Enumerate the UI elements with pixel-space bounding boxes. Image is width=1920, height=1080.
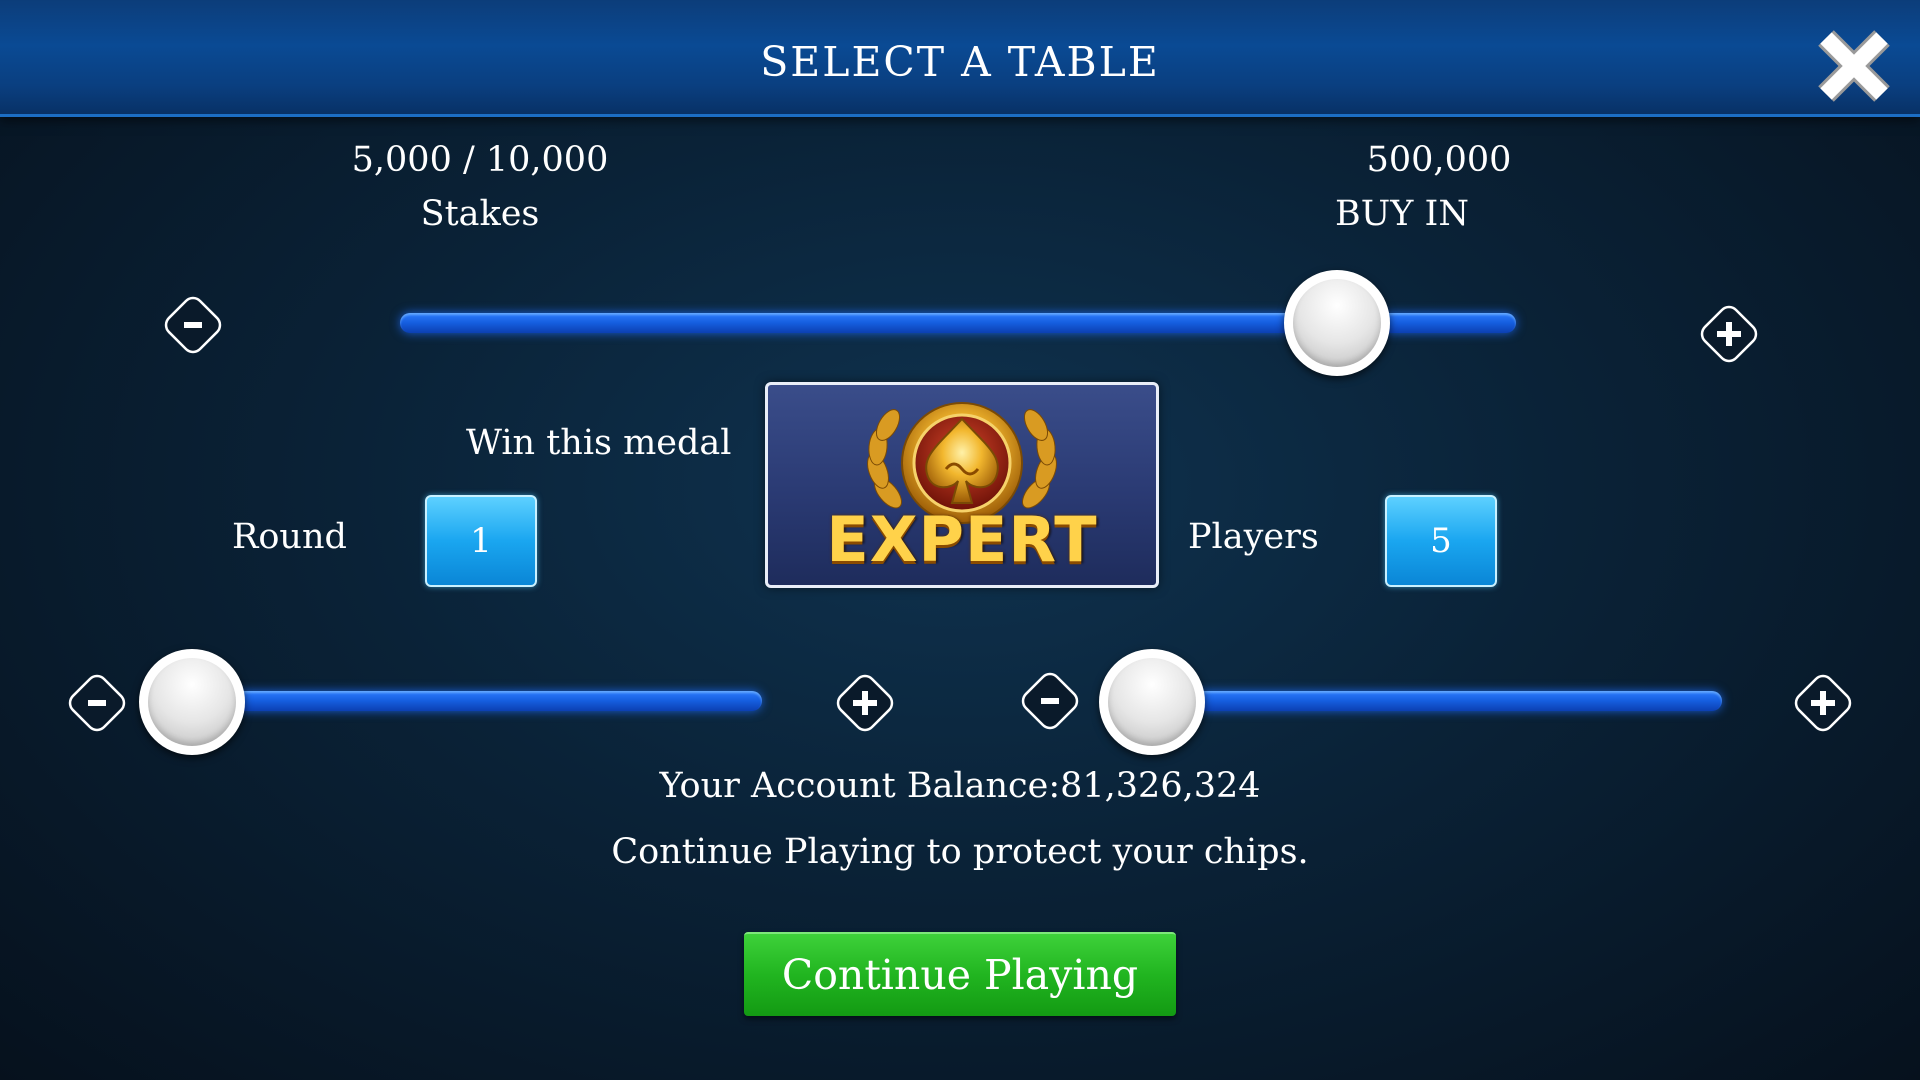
stakes-slider-knob[interactable] xyxy=(1284,270,1391,376)
protect-chips-hint: Continue Playing to protect your chips. xyxy=(611,832,1309,872)
round-slider-track[interactable] xyxy=(190,691,762,711)
stakes-label: Stakes xyxy=(420,194,540,234)
players-value-box: 5 xyxy=(1385,495,1497,587)
plus-icon xyxy=(1794,674,1852,732)
players-slider-track[interactable] xyxy=(1150,691,1722,711)
round-value-box: 1 xyxy=(425,495,537,587)
minus-icon xyxy=(68,674,126,732)
close-icon xyxy=(1818,30,1890,102)
players-label: Players xyxy=(1188,517,1319,557)
round-minus-button[interactable] xyxy=(59,665,135,741)
close-button[interactable] xyxy=(1812,24,1896,108)
players-minus-button[interactable] xyxy=(1012,663,1088,739)
round-slider-knob[interactable] xyxy=(139,649,245,755)
minus-icon xyxy=(1021,672,1079,730)
account-balance: Your Account Balance:81,326,324 xyxy=(659,766,1261,806)
page-title: SELECT A TABLE xyxy=(760,38,1160,86)
plus-icon xyxy=(836,674,894,732)
minus-icon xyxy=(164,296,222,354)
stakes-value: 5,000 / 10,000 xyxy=(351,140,609,180)
players-slider-knob[interactable] xyxy=(1099,649,1205,755)
medal-caption: Win this medal xyxy=(466,423,732,463)
stakes-plus-button[interactable] xyxy=(1691,296,1767,372)
buy-in-value: 500,000 xyxy=(1366,140,1512,180)
round-label: Round xyxy=(232,517,347,557)
round-plus-button[interactable] xyxy=(827,665,903,741)
continue-playing-button[interactable]: Continue Playing xyxy=(744,932,1176,1016)
plus-icon xyxy=(1700,305,1758,363)
header-bar: SELECT A TABLE xyxy=(0,0,1920,117)
players-plus-button[interactable] xyxy=(1785,665,1861,741)
buy-in-label: BUY IN xyxy=(1335,194,1469,234)
medal-card: EXPERT xyxy=(765,382,1159,588)
medal-rank-text: EXPERT xyxy=(826,503,1098,576)
stakes-minus-button[interactable] xyxy=(155,287,231,363)
